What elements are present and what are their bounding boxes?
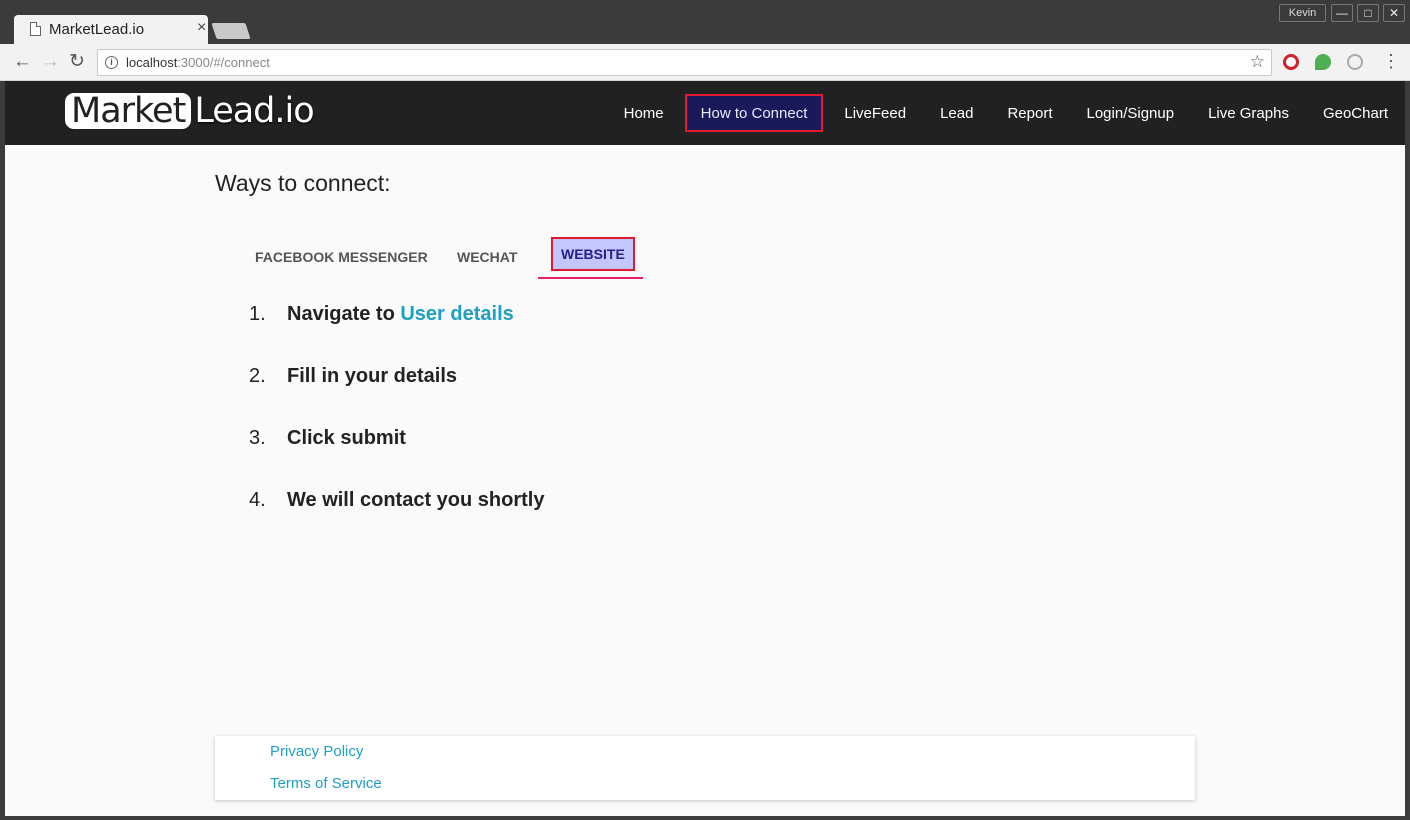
- privacy-policy-link[interactable]: Privacy Policy: [270, 743, 363, 760]
- browser-menu-icon[interactable]: ⋮: [1382, 52, 1400, 70]
- nav-how-to-connect[interactable]: How to Connect: [684, 94, 824, 132]
- site-navbar: Market Lead.io Home How to Connect LiveF…: [5, 81, 1405, 145]
- nav-livefeed[interactable]: LiveFeed: [827, 94, 923, 132]
- site-logo[interactable]: Market Lead.io: [65, 91, 315, 131]
- connect-tabs: FACEBOOK MESSENGER WECHAT WEBSITE: [215, 235, 665, 281]
- url-text: localhost:3000/#/connect: [126, 55, 270, 70]
- browser-titlebar: MarketLead.io × Kevin — □ ✕: [0, 0, 1410, 45]
- browser-tab[interactable]: MarketLead.io ×: [14, 15, 208, 45]
- leaf-extension-icon[interactable]: [1315, 54, 1331, 70]
- new-tab-button[interactable]: [211, 23, 251, 39]
- nav-report[interactable]: Report: [990, 94, 1069, 132]
- page-title: Ways to connect:: [215, 170, 391, 196]
- nav-lead[interactable]: Lead: [923, 94, 990, 132]
- forward-icon[interactable]: →: [41, 52, 60, 72]
- nav-geochart[interactable]: GeoChart: [1306, 94, 1405, 132]
- reload-icon[interactable]: ↻: [69, 52, 85, 72]
- tab-facebook-messenger[interactable]: FACEBOOK MESSENGER: [255, 235, 428, 279]
- tab-title: MarketLead.io: [49, 21, 145, 38]
- tab-wechat[interactable]: WECHAT: [457, 235, 517, 279]
- tab-website[interactable]: WEBSITE: [551, 237, 635, 271]
- bookmark-star-icon[interactable]: ☆: [1250, 52, 1265, 72]
- tab-indicator: [538, 277, 643, 279]
- nav-links: Home How to Connect LiveFeed Lead Report…: [607, 81, 1405, 145]
- close-window-button[interactable]: ✕: [1383, 4, 1405, 22]
- site-info-icon[interactable]: i: [105, 56, 118, 69]
- nav-live-graphs[interactable]: Live Graphs: [1191, 94, 1306, 132]
- browser-toolbar: ← → ↻ i localhost:3000/#/connect ☆ ⋮: [0, 44, 1410, 81]
- nav-home[interactable]: Home: [607, 94, 681, 132]
- page-viewport: Market Lead.io Home How to Connect LiveF…: [5, 81, 1405, 816]
- terms-of-service-link[interactable]: Terms of Service: [270, 775, 382, 792]
- back-icon[interactable]: ←: [13, 52, 32, 72]
- page-icon: [30, 22, 41, 36]
- search-extension-icon[interactable]: [1347, 54, 1363, 70]
- profile-button[interactable]: Kevin: [1279, 4, 1326, 22]
- user-details-link[interactable]: User details: [400, 303, 513, 325]
- minimize-button[interactable]: —: [1331, 4, 1353, 22]
- address-bar[interactable]: i localhost:3000/#/connect ☆: [97, 49, 1272, 76]
- maximize-button[interactable]: □: [1357, 4, 1379, 22]
- opera-extension-icon[interactable]: [1283, 54, 1299, 70]
- nav-login-signup[interactable]: Login/Signup: [1070, 94, 1192, 132]
- page-footer: Privacy Policy Terms of Service: [215, 736, 1195, 800]
- tab-close-icon[interactable]: ×: [197, 19, 206, 37]
